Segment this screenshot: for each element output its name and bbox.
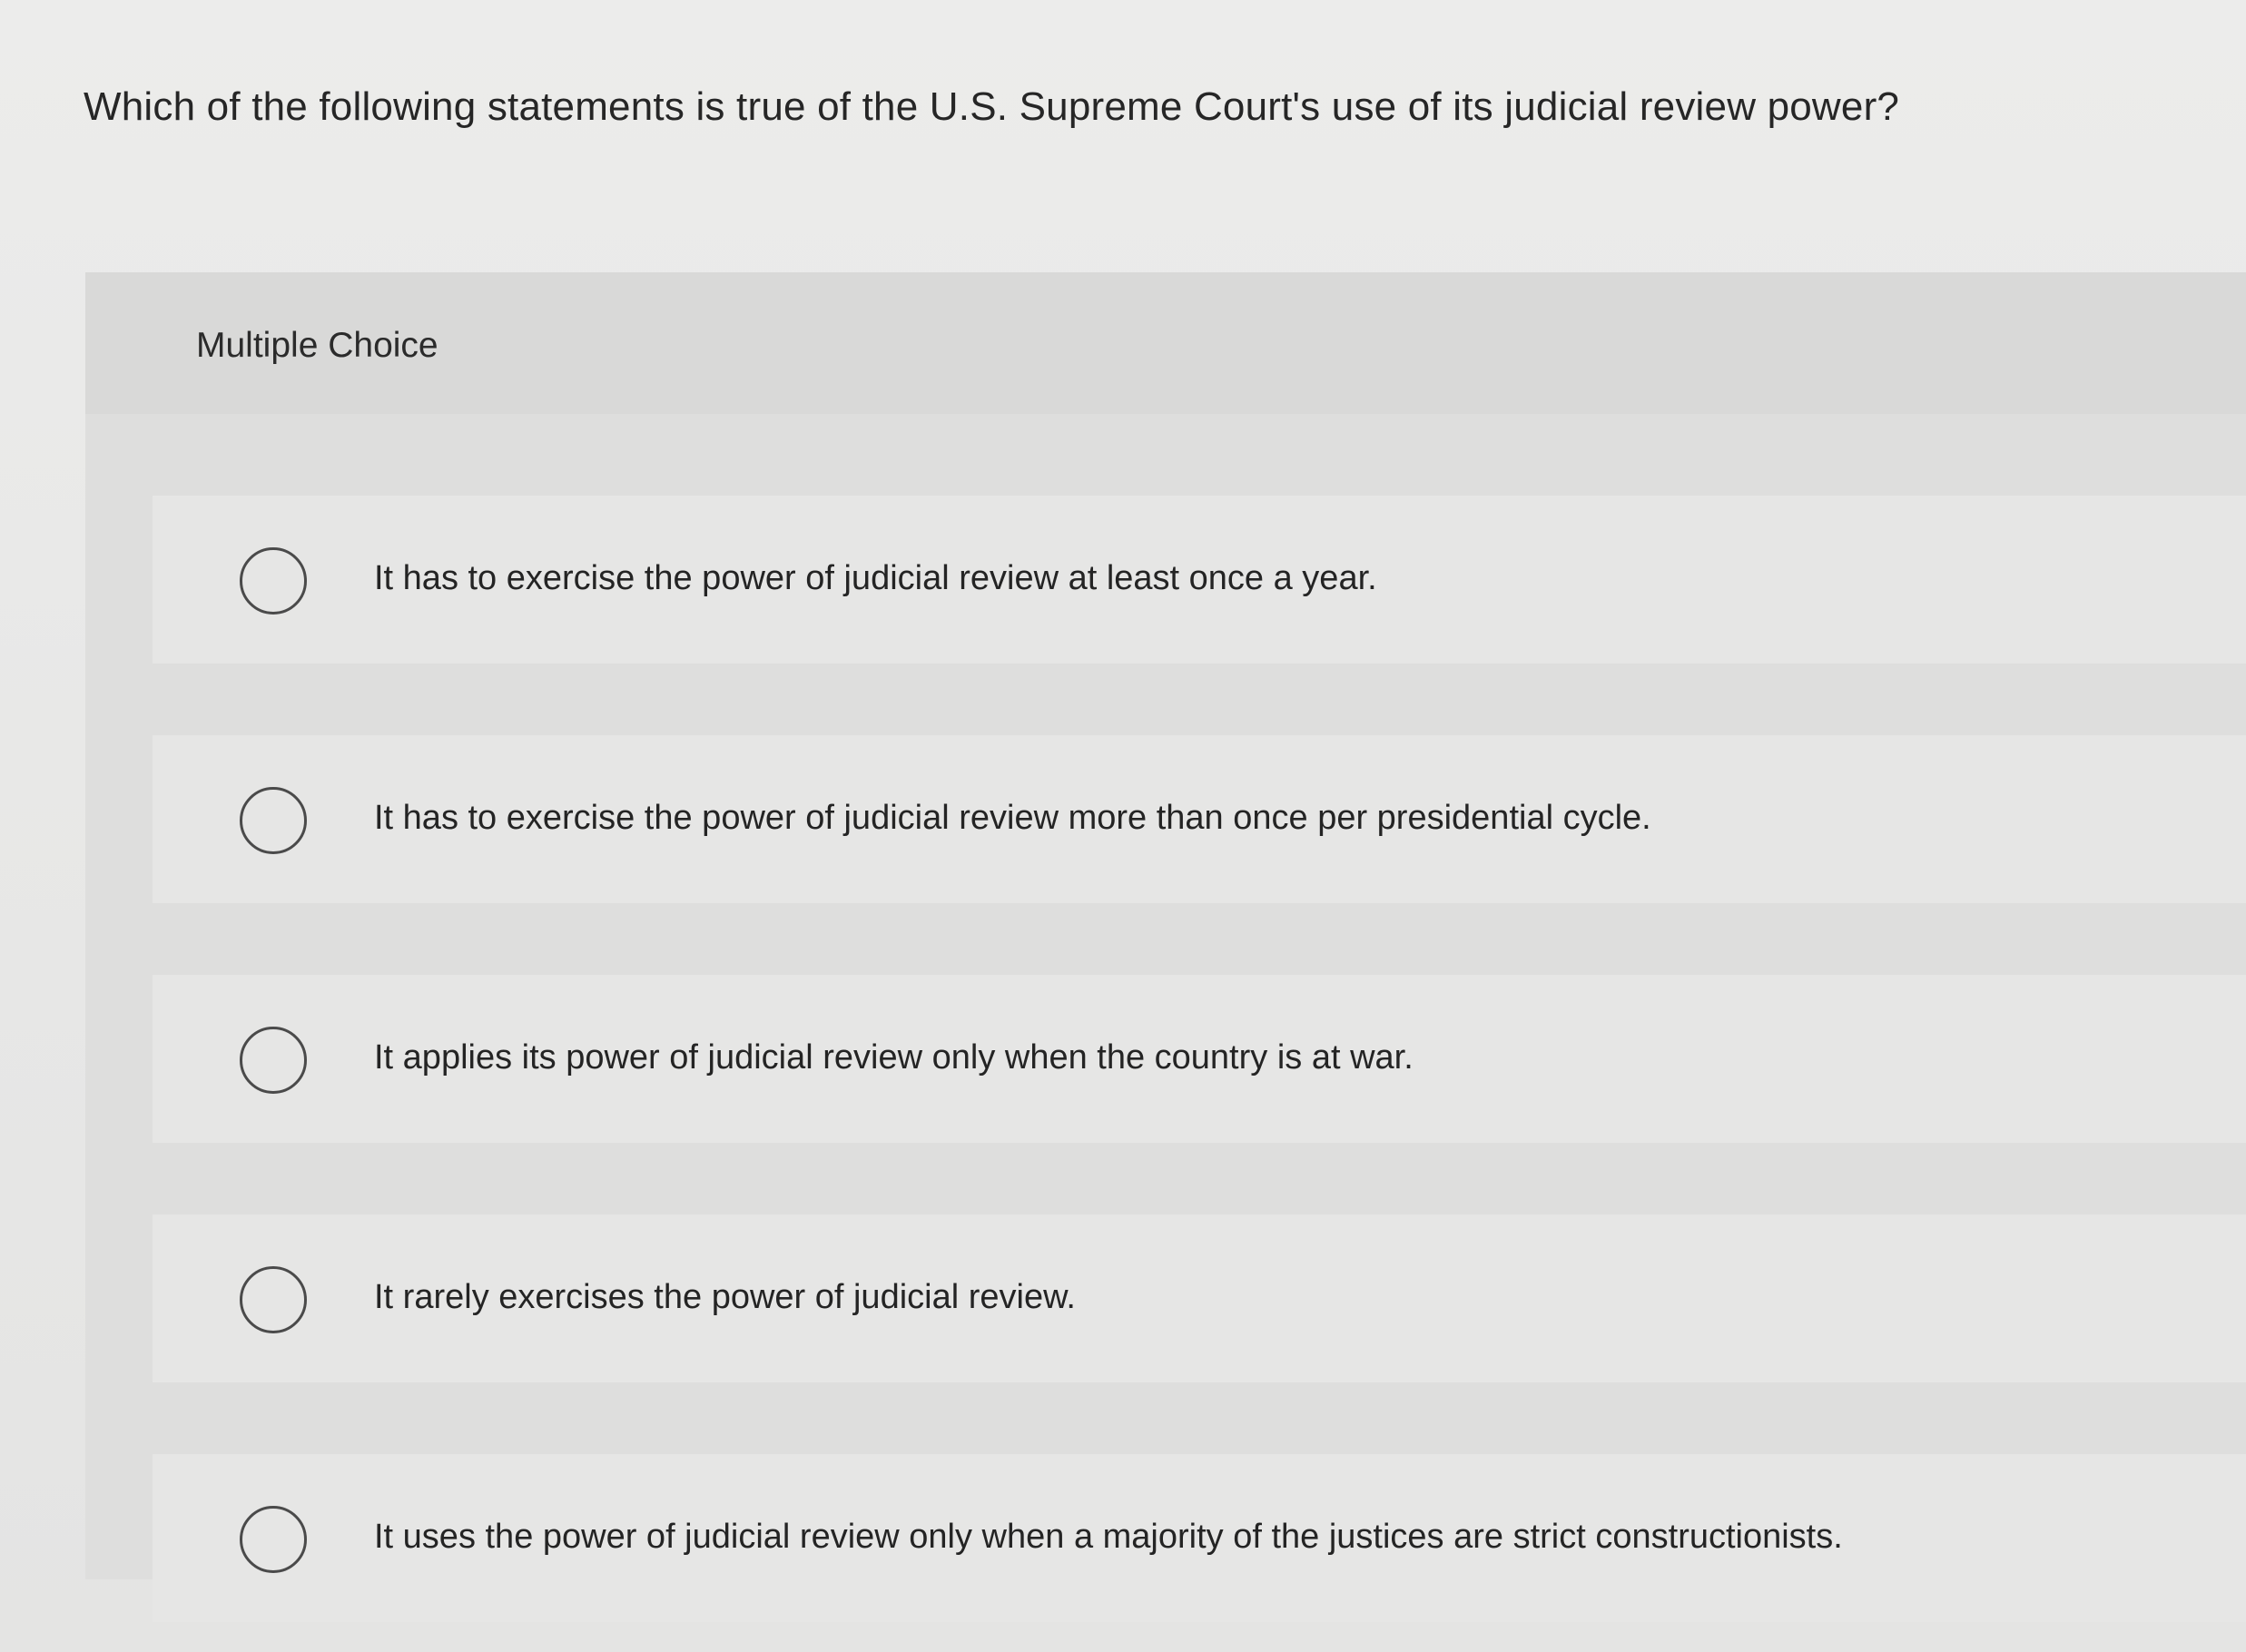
answer-option-text: It has to exercise the power of judicial…: [374, 559, 1377, 597]
multiple-choice-panel: Multiple Choice It has to exercise the p…: [85, 272, 2246, 1622]
answer-option-text: It uses the power of judicial review onl…: [374, 1518, 1843, 1556]
quiz-page: Which of the following statements is tru…: [0, 0, 2246, 1652]
answer-option-text: It applies its power of judicial review …: [374, 1038, 1414, 1077]
question-prompt: Which of the following statements is tru…: [84, 84, 1900, 129]
multiple-choice-label: Multiple Choice: [196, 326, 438, 365]
radio-circle-icon[interactable]: [240, 547, 307, 615]
radio-circle-icon[interactable]: [240, 1266, 307, 1333]
answer-option-text: It has to exercise the power of judicial…: [374, 799, 1651, 837]
radio-circle-icon[interactable]: [240, 787, 307, 854]
answer-option-3[interactable]: It applies its power of judicial review …: [153, 975, 2246, 1143]
radio-circle-icon[interactable]: [240, 1506, 307, 1573]
answer-option-2[interactable]: It has to exercise the power of judicial…: [153, 735, 2246, 903]
answer-option-4[interactable]: It rarely exercises the power of judicia…: [153, 1214, 2246, 1382]
answer-option-1[interactable]: It has to exercise the power of judicial…: [153, 496, 2246, 664]
answer-option-5[interactable]: It uses the power of judicial review onl…: [153, 1454, 2246, 1622]
answer-option-text: It rarely exercises the power of judicia…: [374, 1278, 1076, 1316]
multiple-choice-header: Multiple Choice: [85, 272, 2246, 414]
radio-circle-icon[interactable]: [240, 1027, 307, 1094]
